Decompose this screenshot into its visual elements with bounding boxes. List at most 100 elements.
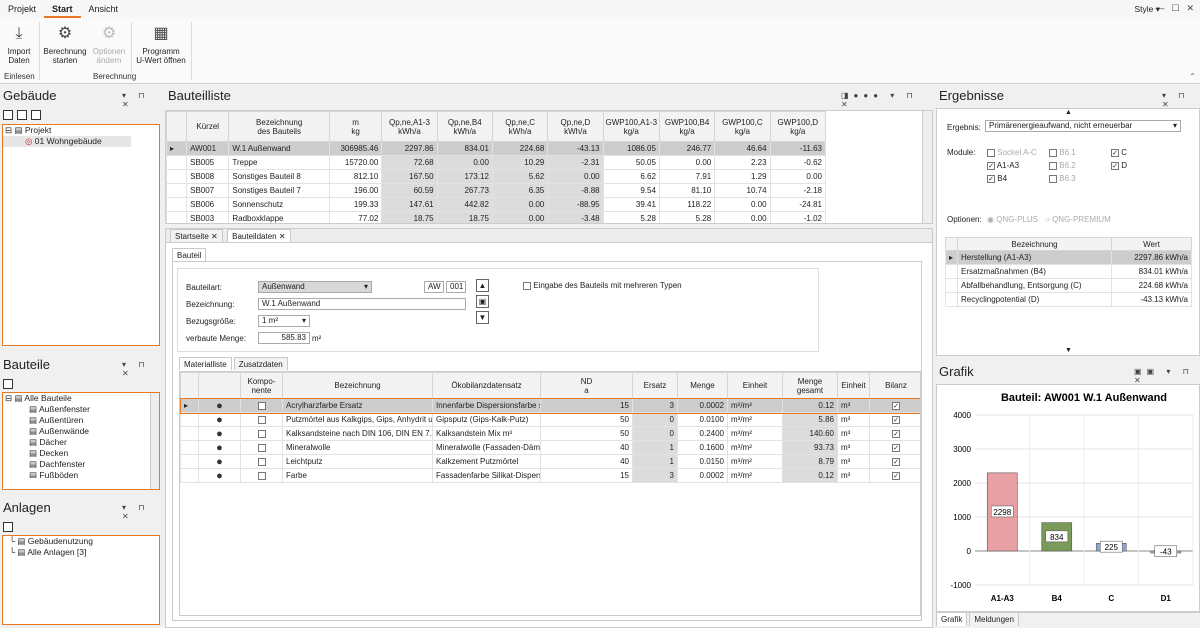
import-button[interactable]: ⤓ Import Daten [5,24,33,65]
table-row[interactable]: SB006 Sonnenschutz 199.33 147.61 442.82 0.00-… [166,197,827,212]
table-row[interactable]: SB008 Sonstiges Bauteil 8 812.10 167.50 173.… [166,169,827,184]
checkbox[interactable] [1049,174,1057,183]
checkbox[interactable]: ✓ [892,415,900,424]
new-icon[interactable] [3,522,13,532]
panel-controls[interactable]: ▾ ⊓ ✕ [122,91,162,109]
column-header[interactable]: Kompo- nente [240,372,283,399]
uwert-button[interactable]: ▦ Programm U-Wert öffnen [133,24,189,65]
scroll-up-icon[interactable]: ▲ [1065,109,1072,116]
table-row[interactable]: Ersatzmaßnahmen (B4) 834.01 kWh/a [945,264,1192,279]
calc-button[interactable]: ⚙ Berechnung starten [42,24,88,65]
checkbox[interactable] [1049,161,1057,170]
table-row[interactable]: Abfallbehandlung, Entsorgung (C) 224.68 k… [945,278,1192,293]
bezeichnung-field[interactable]: W.1 Außenwand [258,298,466,310]
new-icon[interactable] [3,110,13,120]
column-header[interactable]: Menge gesamt [782,372,838,399]
module-checkbox[interactable]: ✓ A1-A3 [987,161,1019,170]
column-header[interactable]: Ökobilanzdatensatz [432,372,541,399]
column-header[interactable]: Bezeichnung des Bauteils [228,111,330,142]
column-header[interactable]: GWP100,A1-3 kg/a [602,111,660,142]
panel-controls[interactable]: ▾ ⊓ ✕ [1162,91,1200,109]
bilanz-checkbox[interactable]: ✓ [869,440,920,455]
checkbox[interactable] [1049,148,1057,157]
tab-zusatzdaten[interactable]: Zusatzdaten [233,357,288,370]
qng-premium-radio[interactable]: ○ QNG-PREMIUM [1045,215,1111,224]
bilanz-checkbox[interactable]: ✓ [869,412,920,427]
checkbox[interactable] [987,148,995,157]
module-checkbox[interactable]: Sockel A-C [987,148,1037,157]
code-number-field[interactable]: 001 [446,281,466,293]
checkbox[interactable] [257,471,266,480]
column-header[interactable]: Qp,ne,B4 kWh/a [436,111,493,142]
bezugsgroesse-select[interactable]: 1 m² ▾ [258,315,310,327]
move-down-button[interactable]: ▼ [476,311,489,324]
copy-icon[interactable] [17,110,27,120]
checkbox[interactable]: ✓ [892,401,900,410]
minimize-icon[interactable]: — [1155,3,1164,14]
column-header[interactable]: Ersatz [632,372,678,399]
bilanz-checkbox[interactable]: ✓ [869,426,920,441]
table-row[interactable]: ● Farbe Fassadenfarbe Silikat-Dispersi... 1… [180,468,920,483]
checkbox[interactable] [257,401,266,410]
komponente-checkbox[interactable] [240,468,283,483]
delete-icon[interactable] [31,110,41,120]
checkbox[interactable]: ✓ [987,161,995,170]
tree-node-aussenwaende[interactable]: ▤ Außenwände [3,426,159,437]
bilanz-checkbox[interactable]: ✓ [869,398,920,413]
column-header[interactable]: Bezeichnung [282,372,433,399]
checkbox[interactable] [257,415,266,424]
column-header[interactable]: GWP100,C kg/a [714,111,771,142]
tree-node-alle-bauteile[interactable]: ⊟ ▤ Alle Bauteile [3,393,159,404]
table-row[interactable]: ● Putzmörtel aus Kalkgips, Gips, Anhydrit… [180,412,920,427]
checkbox[interactable] [257,443,266,452]
column-header[interactable]: Qp,ne,D kWh/a [547,111,604,142]
column-header[interactable]: Kürzel [186,111,230,142]
tree-node-daecher[interactable]: ▤ Dächer [3,437,159,448]
menu-start[interactable]: Start [44,0,81,18]
checkbox[interactable]: ✓ [1111,148,1119,157]
table-row[interactable]: ▸ ● Acrylharzfarbe Ersatz Innenfarbe Disper… [180,397,920,414]
tree-node-aussenfenster[interactable]: ▤ Außenfenster [3,404,159,415]
mehrere-typen-checkbox[interactable]: Eingabe des Bauteils mit mehreren Typen [523,281,682,290]
komponente-checkbox[interactable] [240,454,283,469]
checkbox[interactable]: ✓ [892,429,900,438]
table-row[interactable]: SB007 Sonstiges Bauteil 7 196.00 60.59 267.7… [166,183,827,198]
table-row[interactable]: SB005 Treppe 15720.00 72.68 0.00 10.29 -2.31 50… [166,155,827,170]
copy-button[interactable]: ▣ [476,295,489,308]
table-row[interactable]: Recyclingpotential (D) -43.13 kWh/a [945,292,1192,307]
column-header[interactable]: Bilanz [869,372,920,399]
tree-node-decken[interactable]: ▤ Decken [3,448,159,459]
scroll-down-icon[interactable]: ▼ [1065,347,1072,354]
table-row[interactable]: SB003 Radboxklappe 77.02 18.75 18.75 0.00 -3.4… [166,211,827,223]
komponente-checkbox[interactable] [240,440,283,455]
bilanz-checkbox[interactable]: ✓ [869,468,920,483]
options-button[interactable]: ⚙ Optionen ändern [90,24,128,65]
tree-node-projekt[interactable]: ⊟ ▤ Projekt [3,125,159,136]
module-checkbox[interactable]: ✓ B4 [987,174,1007,183]
bauteilart-select[interactable]: Außenwand ▾ [258,281,372,293]
komponente-checkbox[interactable] [240,398,283,413]
tree-node-gebaeudenutzung[interactable]: └ ▤ Gebäudenutzung [3,536,159,547]
module-checkbox[interactable]: ✓ D [1111,161,1127,170]
table-row[interactable]: ● Mineralwolle Mineralwolle (Fassaden-Däm.… [180,440,920,455]
column-header[interactable]: Einheit [837,372,870,399]
code-prefix-field[interactable]: AW [424,281,444,293]
tree-node-wohngebaeude[interactable]: ◎ 01 Wohngebäude [3,136,131,147]
menu-projekt[interactable]: Projekt [0,0,44,18]
tab-materialliste[interactable]: Materialliste [179,357,232,370]
column-header[interactable]: Einheit [727,372,783,399]
checkbox[interactable] [257,457,266,466]
tab-startseite[interactable]: Startseite ✕ [170,229,223,242]
new-icon[interactable] [3,379,13,389]
tree-node-aussentueren[interactable]: ▤ Außentüren [3,415,159,426]
bilanz-checkbox[interactable]: ✓ [869,454,920,469]
scrollbar[interactable] [150,393,159,489]
maximize-icon[interactable]: ☐ [1171,3,1179,14]
module-checkbox[interactable]: ✓ C [1111,148,1127,157]
panel-controls[interactable]: ▾ ⊓ ✕ [122,503,162,521]
column-header[interactable]: m kg [328,111,383,142]
list-nav-controls[interactable]: ◨●●● ▾ ⊓ ✕ [841,91,933,109]
tab-bauteildaten[interactable]: Bauteildaten ✕ [227,229,291,242]
checkbox[interactable]: ✓ [892,471,900,480]
checkbox[interactable] [257,429,266,438]
